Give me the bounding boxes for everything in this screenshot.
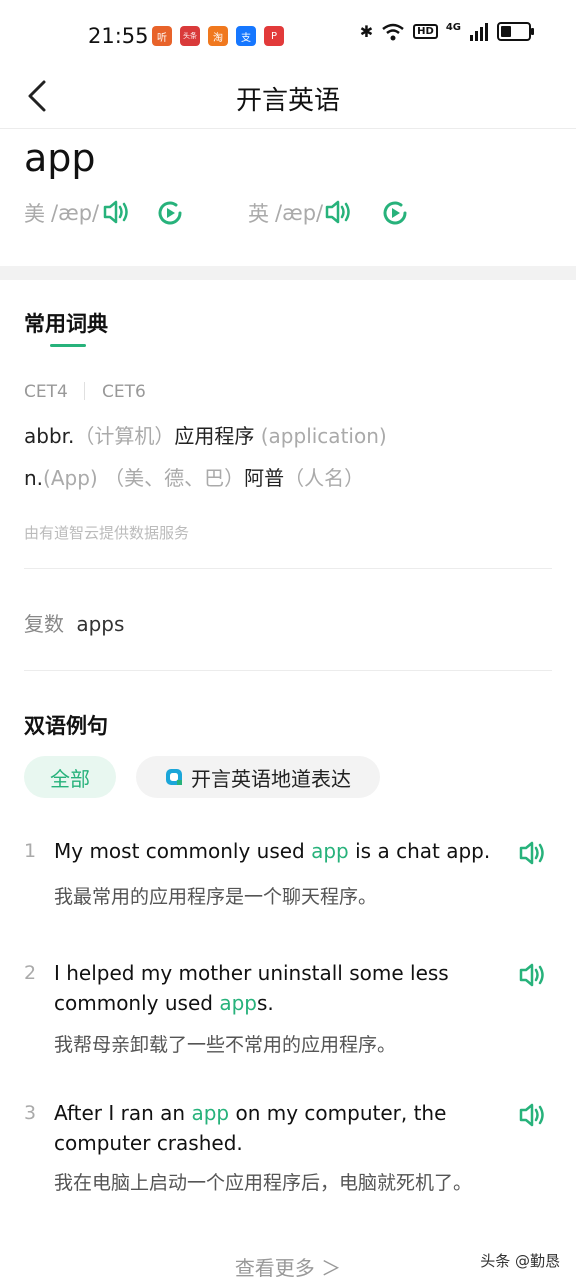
app-badge-icon: 支 <box>236 26 256 46</box>
example-sentence: My most commonly used app is a chat app. <box>54 836 506 866</box>
example-translation: 我在电脑上启动一个应用程序后，电脑就死机了。 <box>54 1172 473 1194</box>
dictionary-tab[interactable]: 常用词典 <box>24 308 108 338</box>
status-bar: 21:55 听 头条 淘 支 P ✱ HD 4G <box>0 0 576 72</box>
definition-note: （人名） <box>284 466 365 490</box>
sentence-text: is a chat app. <box>348 839 491 863</box>
plural-form: 复数 apps <box>24 608 124 637</box>
app-badge-icon: 淘 <box>208 26 228 46</box>
battery-icon <box>497 22 534 41</box>
speaker-icon[interactable] <box>102 199 132 225</box>
uk-phonetic: /æp/ <box>275 201 324 225</box>
wifi-icon <box>382 23 404 40</box>
app-badge-icon: P <box>264 26 284 46</box>
replay-icon[interactable] <box>156 199 184 227</box>
sentence-text: My most commonly used <box>54 839 312 863</box>
definition-meaning: 阿普 <box>244 466 285 490</box>
example-number: 3 <box>24 1102 37 1124</box>
filter-chip-label: 开言英语地道表达 <box>191 766 351 791</box>
status-time: 21:55 <box>88 24 149 48</box>
highlighted-word: app <box>191 1101 230 1125</box>
speaker-icon[interactable] <box>518 840 548 866</box>
filter-chip-kaiyan[interactable]: 开言英语地道表达 <box>136 756 380 798</box>
example-number: 2 <box>24 962 37 984</box>
sentence-text: After I ran an <box>54 1101 192 1125</box>
definition-note: （计算机） <box>74 424 175 448</box>
signal-icon <box>470 22 488 41</box>
exam-tag: CET6 <box>102 382 146 402</box>
uk-label: 英 <box>248 202 269 226</box>
replay-icon[interactable] <box>381 199 409 227</box>
part-of-speech: abbr. <box>24 424 75 448</box>
definition-note: (application) <box>254 424 387 448</box>
plural-label: 复数 <box>24 612 64 636</box>
us-pronunciation: 美 /æp/ <box>24 198 99 228</box>
speaker-icon[interactable] <box>518 962 548 988</box>
plural-value: apps <box>76 612 125 636</box>
divider <box>24 568 552 569</box>
hd-badge: HD <box>413 24 438 39</box>
example-number: 1 <box>24 840 37 862</box>
definition-note: (App) （美、德、巴） <box>43 466 245 490</box>
us-label: 美 <box>24 202 45 226</box>
watermark: 头条 @勤恳 <box>480 1252 560 1270</box>
uk-pronunciation: 英 /æp/ <box>248 198 323 228</box>
divider <box>24 670 552 671</box>
us-phonetic: /æp/ <box>51 201 100 225</box>
app-badge-icon: 听 <box>152 26 172 46</box>
exam-tag: CET4 <box>24 382 68 402</box>
filter-chip-all[interactable]: 全部 <box>24 756 116 798</box>
examples-title: 双语例句 <box>24 714 108 738</box>
sentence-text: s. <box>256 991 274 1015</box>
part-of-speech: n. <box>24 466 44 490</box>
example-sentence: After I ran an app on my computer, the c… <box>54 1098 506 1158</box>
definition-row: n.(App) （美、德、巴）阿普（人名） <box>24 462 364 491</box>
headword: app <box>24 136 96 180</box>
brand-logo-icon <box>166 769 182 785</box>
app-badge-icon: 头条 <box>180 26 200 46</box>
data-source-note: 由有道智云提供数据服务 <box>24 524 190 542</box>
speaker-icon[interactable] <box>324 199 354 225</box>
definition-row: abbr.（计算机）应用程序 (application) <box>24 420 387 449</box>
bluetooth-icon: ✱ <box>359 22 374 41</box>
highlighted-word: app <box>311 839 349 863</box>
speaker-icon[interactable] <box>518 1102 548 1128</box>
tab-indicator <box>50 344 86 347</box>
page-title: 开言英语 <box>235 86 340 116</box>
example-sentence: I helped my mother uninstall some less c… <box>54 958 506 1018</box>
definition-meaning: 应用程序 <box>174 424 255 448</box>
example-translation: 我帮母亲卸载了一些不常用的应用程序。 <box>54 1034 397 1056</box>
tag-divider <box>84 382 85 400</box>
highlighted-word: app <box>219 991 257 1015</box>
example-translation: 我最常用的应用程序是一个聊天程序。 <box>54 886 378 908</box>
status-icons: ✱ HD 4G <box>360 22 534 41</box>
section-separator <box>0 266 576 280</box>
network-label: 4G <box>445 22 461 33</box>
header-divider <box>0 128 576 129</box>
